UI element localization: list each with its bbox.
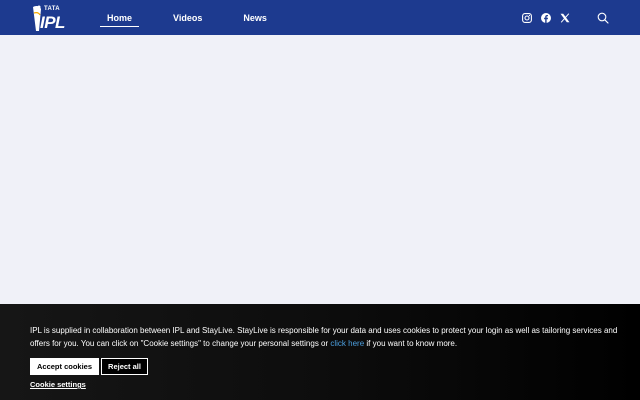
main-nav: Home Videos News bbox=[100, 0, 301, 35]
logo-brand-main: IPL bbox=[40, 13, 65, 32]
instagram-icon[interactable] bbox=[521, 12, 533, 24]
cookie-consent-banner: IPL is supplied in collaboration between… bbox=[0, 304, 640, 400]
cookie-more-info-link[interactable]: click here bbox=[330, 339, 364, 348]
cookie-settings-link[interactable]: Cookie settings bbox=[30, 380, 86, 389]
accept-cookies-button[interactable]: Accept cookies bbox=[30, 358, 99, 375]
reject-all-button[interactable]: Reject all bbox=[101, 358, 148, 375]
facebook-icon[interactable] bbox=[540, 12, 552, 24]
cookie-notice-text: IPL is supplied in collaboration between… bbox=[30, 324, 620, 350]
nav-item-news[interactable]: News bbox=[236, 0, 274, 35]
x-twitter-icon[interactable] bbox=[559, 12, 571, 24]
nav-item-home[interactable]: Home bbox=[100, 0, 140, 35]
main-content-area bbox=[0, 35, 640, 304]
search-icon[interactable] bbox=[597, 11, 609, 24]
logo-brand-top: TATA bbox=[44, 6, 60, 12]
page: TATA IPL Home Videos News IPL is supplie… bbox=[0, 0, 640, 400]
social-links bbox=[521, 11, 578, 24]
cookie-button-row: Accept cookies Reject all bbox=[30, 358, 148, 375]
nav-item-videos[interactable]: Videos bbox=[166, 0, 209, 35]
cookie-text-part-1: IPL is supplied in collaboration between… bbox=[30, 326, 618, 348]
cookie-text-part-2: if you want to know more. bbox=[364, 339, 458, 348]
top-navigation-bar: TATA IPL Home Videos News bbox=[0, 0, 640, 35]
ipl-logo[interactable]: TATA IPL bbox=[30, 3, 74, 33]
